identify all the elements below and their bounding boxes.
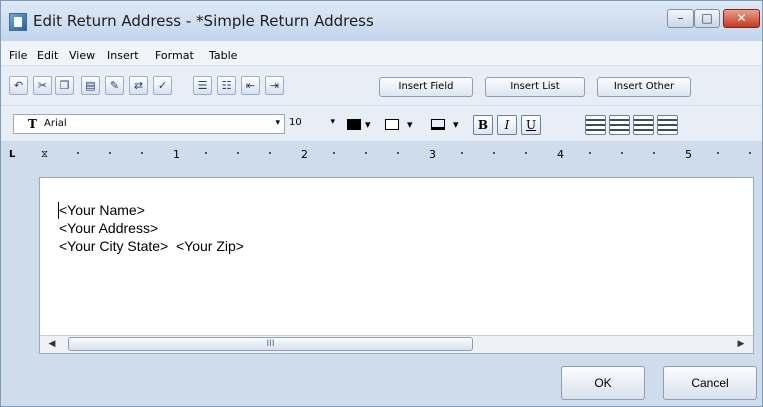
font-icon: T bbox=[28, 117, 37, 131]
cancel-button[interactable]: Cancel bbox=[663, 366, 757, 400]
ruler-tick bbox=[269, 152, 271, 154]
align-right-icon[interactable] bbox=[633, 115, 654, 135]
ruler-tick bbox=[141, 152, 143, 154]
insert-list-button[interactable]: Insert List bbox=[485, 77, 585, 97]
scroll-left-icon[interactable]: ◀ bbox=[44, 337, 60, 352]
chevron-down-icon: ▾ bbox=[330, 117, 335, 127]
format-toolbar: T Arial ▾ 10 ▾ ▾ ▾ ▾ B I U bbox=[1, 105, 762, 141]
spellcheck-icon[interactable]: ✓ bbox=[153, 76, 172, 95]
border-icon[interactable] bbox=[431, 119, 445, 130]
font-size-value: 10 bbox=[289, 117, 302, 128]
menu-table[interactable]: Table bbox=[209, 49, 237, 62]
ruler-tick bbox=[717, 152, 719, 154]
ruler-tick bbox=[237, 152, 239, 154]
font-size-select[interactable]: 10 ▾ bbox=[283, 114, 339, 134]
ruler-tick bbox=[109, 152, 111, 154]
app-icon bbox=[9, 13, 27, 31]
ruler-number: 5 bbox=[685, 148, 692, 161]
minimize-icon: – bbox=[677, 11, 684, 25]
editor-text-area[interactable]: <Your Name> <Your Address> <Your City St… bbox=[39, 177, 754, 354]
ok-button[interactable]: OK bbox=[561, 366, 645, 400]
menu-view[interactable]: View bbox=[69, 49, 95, 62]
editor-line: <Your City State> <Your Zip> bbox=[59, 238, 244, 254]
editor-line: <Your Address> bbox=[59, 220, 159, 236]
menu-edit[interactable]: Edit bbox=[37, 49, 58, 62]
menu-insert[interactable]: Insert bbox=[107, 49, 139, 62]
editor-line: <Your Name> bbox=[59, 202, 145, 218]
find-replace-icon[interactable]: ⇄ bbox=[129, 76, 148, 95]
paste-icon[interactable]: ▤ bbox=[81, 76, 100, 95]
ruler-number: 4 bbox=[557, 148, 564, 161]
main-toolbar: ↶ ✂ ❐ ▤ ✎ ⇄ ✓ ☰ ☷ ⇤ ⇥ Insert Field Inser… bbox=[1, 65, 762, 105]
chevron-down-icon[interactable]: ▾ bbox=[365, 118, 371, 131]
ruler-tick bbox=[333, 152, 335, 154]
menu-format[interactable]: Format bbox=[155, 49, 194, 62]
text-color-swatch[interactable] bbox=[347, 119, 361, 130]
scroll-right-icon[interactable]: ▶ bbox=[733, 337, 749, 352]
ruler-tick bbox=[621, 152, 623, 154]
bullets-icon[interactable]: ☰ bbox=[193, 76, 212, 95]
close-icon: ✕ bbox=[736, 11, 747, 25]
menu-bar: File Edit View Insert Format Table bbox=[1, 41, 762, 65]
ruler-number: 2 bbox=[301, 148, 308, 161]
horizontal-scrollbar[interactable]: ◀ III ▶ bbox=[40, 335, 753, 353]
minimize-button[interactable]: – bbox=[667, 9, 694, 28]
italic-button[interactable]: I bbox=[497, 115, 517, 135]
title-bar[interactable]: Edit Return Address - *Simple Return Add… bbox=[1, 1, 762, 41]
ruler-tick bbox=[397, 152, 399, 154]
ruler-tick bbox=[77, 152, 79, 154]
chevron-down-icon[interactable]: ▾ bbox=[453, 118, 459, 131]
copy-icon[interactable]: ❐ bbox=[55, 76, 74, 95]
highlight-color-swatch[interactable] bbox=[385, 119, 399, 130]
maximize-button[interactable]: □ bbox=[694, 9, 720, 28]
ruler-number: 3 bbox=[429, 148, 436, 161]
clear-formatting-icon[interactable]: ✎ bbox=[105, 76, 124, 95]
ruler-tick bbox=[493, 152, 495, 154]
indent-icon[interactable]: ⇥ bbox=[265, 76, 284, 95]
chevron-down-icon: ▾ bbox=[275, 118, 280, 128]
ruler-tick bbox=[461, 152, 463, 154]
ruler-tick bbox=[365, 152, 367, 154]
undo-icon[interactable]: ↶ bbox=[9, 76, 28, 95]
insert-field-button[interactable]: Insert Field bbox=[379, 77, 473, 97]
ruler[interactable]: L ⧖ 1 2 3 4 5 bbox=[1, 141, 762, 169]
indent-marker-icon[interactable]: ⧖ bbox=[41, 149, 48, 160]
numbering-icon[interactable]: ☷ bbox=[217, 76, 236, 95]
ruler-tick bbox=[525, 152, 527, 154]
align-left-icon[interactable] bbox=[585, 115, 606, 135]
close-button[interactable]: ✕ bbox=[723, 9, 760, 28]
justify-icon[interactable] bbox=[657, 115, 678, 135]
cut-icon[interactable]: ✂ bbox=[33, 76, 52, 95]
maximize-icon: □ bbox=[701, 11, 713, 25]
insert-other-button[interactable]: Insert Other bbox=[597, 77, 691, 97]
ruler-tick bbox=[749, 152, 751, 154]
align-center-icon[interactable] bbox=[609, 115, 630, 135]
bold-button[interactable]: B bbox=[473, 115, 493, 135]
outdent-icon[interactable]: ⇤ bbox=[241, 76, 260, 95]
tab-stop-icon[interactable]: L bbox=[9, 149, 15, 160]
edit-return-address-dialog: Edit Return Address - *Simple Return Add… bbox=[0, 0, 763, 407]
ruler-number: 1 bbox=[173, 148, 180, 161]
ruler-tick bbox=[205, 152, 207, 154]
chevron-down-icon[interactable]: ▾ bbox=[407, 118, 413, 131]
font-name-select[interactable]: T Arial ▾ bbox=[13, 114, 285, 134]
menu-file[interactable]: File bbox=[9, 49, 27, 62]
scroll-thumb[interactable]: III bbox=[68, 337, 473, 351]
underline-button[interactable]: U bbox=[521, 115, 541, 135]
window-title: Edit Return Address - *Simple Return Add… bbox=[33, 12, 374, 30]
ruler-tick bbox=[589, 152, 591, 154]
ruler-tick bbox=[653, 152, 655, 154]
font-name-value: Arial bbox=[44, 118, 67, 129]
